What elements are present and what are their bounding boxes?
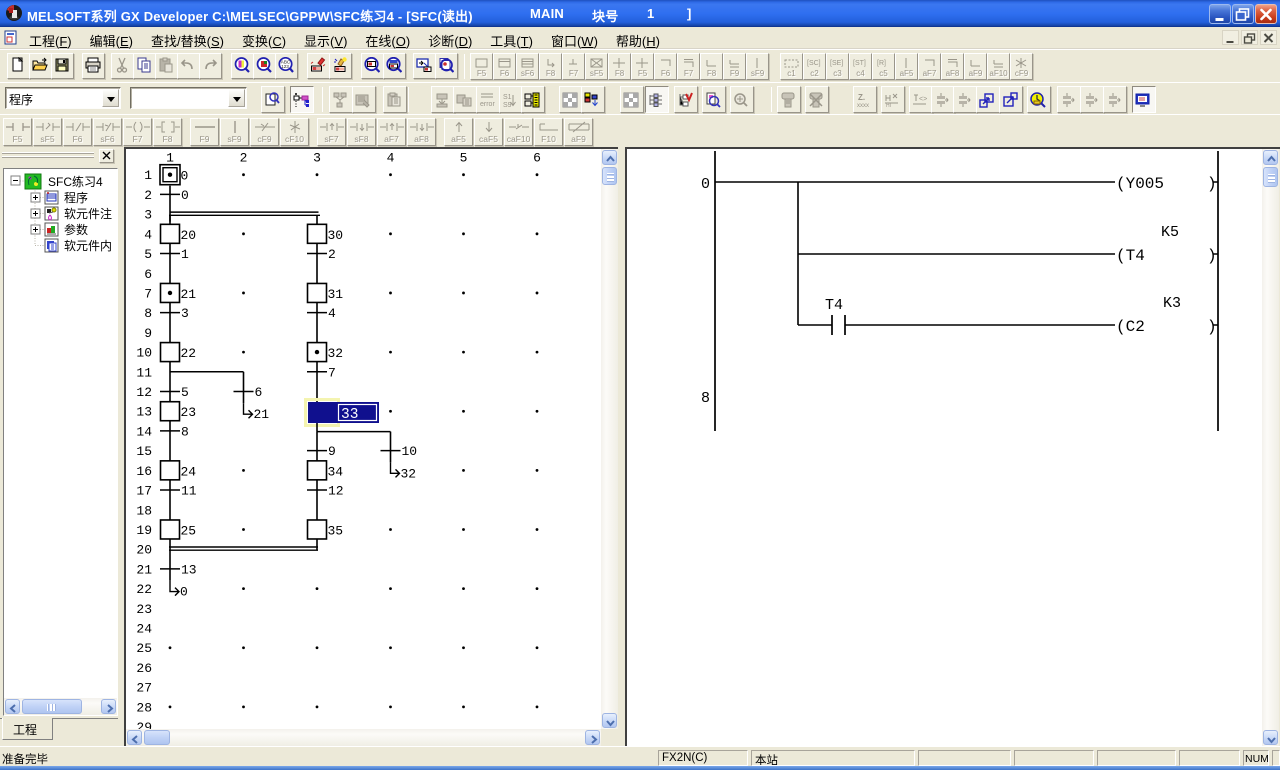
svg-text:1: 1 — [181, 247, 189, 262]
svg-text:K3: K3 — [1163, 295, 1181, 312]
svg-text:1: 1 — [166, 151, 174, 166]
svg-text:4: 4 — [328, 306, 336, 321]
svg-text:参数: 参数 — [64, 222, 88, 237]
svg-text:5: 5 — [144, 247, 152, 262]
svg-text:[SC]: [SC] — [807, 60, 821, 67]
svg-text:HI: HI — [886, 103, 891, 108]
svg-text:14: 14 — [136, 424, 152, 439]
svg-text:2: 2 — [144, 188, 152, 203]
svg-text:error: error — [480, 101, 495, 108]
svg-text:7: 7 — [144, 286, 152, 301]
svg-text:10: 10 — [136, 346, 152, 361]
svg-text:[ST]: [ST] — [853, 60, 866, 67]
svg-text:28: 28 — [136, 700, 152, 715]
svg-text:3: 3 — [181, 306, 189, 321]
svg-text:S9: S9 — [503, 102, 512, 108]
svg-text:22: 22 — [136, 582, 152, 597]
svg-text:24: 24 — [181, 464, 197, 479]
svg-text:27: 27 — [136, 681, 152, 696]
svg-text:软元件内: 软元件内 — [64, 239, 112, 253]
svg-text:(Y005: (Y005 — [1116, 175, 1164, 193]
svg-text:11: 11 — [136, 365, 152, 380]
svg-text:8: 8 — [144, 306, 152, 321]
svg-text:3: 3 — [144, 208, 152, 223]
svg-text:19: 19 — [136, 523, 152, 538]
svg-text:程序: 程序 — [64, 190, 88, 205]
svg-text:0: 0 — [181, 169, 189, 184]
svg-text:23: 23 — [181, 405, 197, 420]
svg-text:15: 15 — [136, 444, 152, 459]
svg-text:26: 26 — [136, 661, 152, 676]
svg-text:7: 7 — [328, 365, 336, 380]
svg-text:21: 21 — [136, 562, 152, 577]
svg-text:SFC练习4: SFC练习4 — [48, 174, 103, 189]
svg-text:2: 2 — [240, 151, 248, 166]
svg-text:T4: T4 — [825, 297, 843, 314]
svg-text:24: 24 — [136, 622, 152, 637]
svg-text:32: 32 — [401, 466, 417, 481]
svg-text:10: 10 — [402, 444, 418, 459]
svg-text:2: 2 — [328, 247, 336, 262]
svg-text:6: 6 — [144, 267, 152, 282]
svg-text:30: 30 — [328, 228, 344, 243]
svg-text:0: 0 — [180, 585, 188, 600]
svg-text:12: 12 — [328, 484, 344, 499]
svg-text:25: 25 — [136, 641, 152, 656]
svg-text:(T4: (T4 — [1116, 247, 1145, 265]
svg-text:[SE]: [SE] — [830, 60, 843, 67]
svg-text:22: 22 — [181, 346, 197, 361]
svg-text:S1: S1 — [503, 94, 512, 101]
svg-text:0: 0 — [701, 176, 710, 193]
svg-text:(C2: (C2 — [1116, 318, 1145, 336]
svg-text:3: 3 — [313, 151, 321, 166]
svg-text:34: 34 — [328, 464, 344, 479]
svg-text:13: 13 — [181, 562, 197, 577]
svg-text:21: 21 — [181, 287, 197, 302]
svg-text:18: 18 — [136, 503, 152, 518]
svg-text:21: 21 — [254, 407, 270, 422]
svg-text:1: 1 — [144, 168, 152, 183]
svg-text:13: 13 — [136, 405, 152, 420]
svg-text:29: 29 — [136, 720, 152, 729]
svg-text:11: 11 — [181, 484, 197, 499]
svg-text:4: 4 — [144, 227, 152, 242]
svg-text:8: 8 — [701, 390, 710, 407]
svg-text:25: 25 — [181, 523, 197, 538]
svg-text:33: 33 — [341, 407, 358, 423]
svg-text:[R]: [R] — [877, 60, 886, 67]
svg-text:35: 35 — [328, 523, 344, 538]
svg-text:Z.: Z. — [858, 93, 865, 102]
svg-text:8: 8 — [181, 424, 189, 439]
svg-text:软元件注: 软元件注 — [64, 206, 112, 221]
svg-text:0: 0 — [181, 188, 189, 203]
svg-text:31: 31 — [328, 287, 344, 302]
svg-text:K5: K5 — [1161, 224, 1179, 241]
svg-text:123: 123 — [281, 64, 289, 69]
svg-text:6: 6 — [255, 385, 263, 400]
svg-text:<>: <> — [919, 96, 927, 103]
svg-text:4: 4 — [387, 151, 395, 166]
svg-text:32: 32 — [328, 346, 344, 361]
svg-text:20: 20 — [136, 543, 152, 558]
svg-text:9: 9 — [328, 444, 336, 459]
svg-text:): ) — [1207, 247, 1217, 265]
svg-text:9: 9 — [144, 326, 152, 341]
svg-text:xxxx: xxxx — [857, 103, 869, 108]
svg-text:12: 12 — [136, 385, 152, 400]
svg-text:16: 16 — [136, 464, 152, 479]
svg-text:20: 20 — [181, 228, 197, 243]
svg-text:6: 6 — [533, 151, 541, 166]
svg-text:5: 5 — [181, 385, 189, 400]
svg-text:17: 17 — [136, 484, 152, 499]
svg-text:23: 23 — [136, 602, 152, 617]
svg-text:): ) — [1207, 318, 1217, 336]
svg-text:5: 5 — [460, 151, 468, 166]
svg-text:): ) — [1207, 175, 1217, 193]
